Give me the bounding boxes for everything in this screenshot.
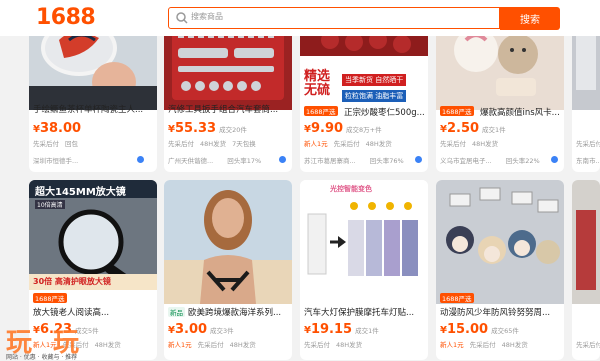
product-title: 手绘鳜鱼茶杯单杯陶瓷主人... — [33, 105, 144, 115]
image-headline: 光控智能变色 — [330, 185, 372, 193]
product-title: 汽修工具扳手组合汽车套筒... — [168, 105, 279, 115]
new-badge: 新品 — [168, 307, 185, 317]
product-image[interactable]: 超大145MM放大镜 10倍高清 30倍 高清护眼放大镜 — [29, 180, 157, 290]
product-price: ¥38.00 — [33, 121, 82, 136]
top-bar: 1688 搜索商品 搜索 — [0, 0, 600, 36]
product-title: 新品 欧美跨境爆款海洋系列... — [168, 307, 282, 318]
product-grid: 手绘鳜鱼茶杯单杯陶瓷主人... ¥38.00 先采后付 回包 深圳市恒德手... … — [0, 0, 600, 360]
yanxuan-badge: 1688严选 — [440, 106, 474, 116]
product-tags: 先采后付 48H发货 — [440, 140, 499, 148]
product-title: 放大镜老人阅读高... — [33, 308, 110, 318]
chat-icon[interactable] — [137, 156, 144, 163]
chat-icon[interactable] — [415, 156, 422, 163]
search-placeholder: 搜索商品 — [191, 12, 223, 21]
product-image[interactable] — [164, 180, 292, 304]
store-name[interactable]: 义乌市宜居电子... 回头率22% — [440, 155, 540, 165]
chat-icon[interactable] — [551, 156, 558, 163]
product-title: 汽车大灯保护膜摩托车灯贴... — [304, 308, 415, 318]
chat-icon[interactable] — [279, 156, 286, 163]
product-card[interactable]: 光控智能变色 汽车大灯保护膜摩托车灯贴... ¥19.15 成交1件 先采后付 48… — [300, 180, 428, 360]
product-price: ¥15.00 成交65件 — [440, 322, 519, 337]
image-footer: 30倍 高清护眼放大镜 — [33, 277, 111, 286]
product-card[interactable]: 新品 欧美跨境爆款海洋系列... ¥3.00 成交3件 新人1元 先采后付 48H发货 — [164, 180, 292, 360]
product-image[interactable] — [436, 180, 564, 304]
site-logo[interactable]: 1688 — [36, 5, 96, 30]
yanxuan-badge: 1688严选 — [33, 293, 67, 303]
search-button[interactable]: 搜索 — [500, 7, 560, 30]
product-tags: 先采后付 48H发货 7天包换 — [168, 140, 256, 148]
product-price: ¥55.33 成交20件 — [168, 121, 247, 136]
product-title: 动漫防风少年防风铃努努周... — [440, 308, 551, 318]
image-headline: 超大145MM放大镜 — [35, 187, 126, 198]
store-name[interactable]: 广州天供谐德... 回头率17% — [168, 155, 261, 165]
product-price: ¥9.90 成交8万+件 — [304, 121, 382, 136]
product-tags: 先采后付 — [576, 140, 600, 148]
store-name[interactable]: 深圳市恒德手... — [33, 155, 78, 165]
product-image[interactable]: 光控智能变色 — [300, 180, 428, 304]
yanxuan-badge: 1688严选 — [304, 106, 338, 116]
product-tags: 新人1元 先采后付 48H发货 — [440, 341, 528, 349]
product-tags: 新人1元 先采后付 48H发货 — [304, 140, 392, 148]
product-tags: 先采后付 回包 — [33, 140, 78, 148]
product-card[interactable]: 1688严选 动漫防风少年防风铃努努周... ¥15.00 成交65件 新人1元先… — [436, 180, 564, 360]
product-price: ¥19.15 成交1件 — [304, 322, 379, 337]
product-card-partial[interactable]: 先采后付 — [572, 180, 600, 360]
product-tags: 先采后付 — [576, 341, 600, 349]
store-name[interactable]: 苏江市葛居寨商... 回头率76% — [304, 155, 404, 165]
yanxuan-badge: 1688严选 — [440, 293, 474, 303]
image-subtag: 10倍高清 — [35, 200, 65, 209]
image-banner: 精选 无硫 — [304, 69, 331, 98]
search-input[interactable]: 搜索商品 — [168, 7, 500, 29]
store-name[interactable]: 东南市... — [576, 155, 600, 165]
product-price: ¥2.50 成交1件 — [440, 121, 506, 136]
product-tags: 新人1元 先采后付 48H发货 — [168, 341, 256, 349]
image-tag: 粒粒饱满 油脂丰富 — [342, 90, 407, 102]
product-price: ¥3.00 成交3件 — [168, 322, 234, 337]
search-icon — [176, 12, 188, 24]
product-tags: 先采后付 48H发货 — [304, 341, 363, 349]
image-tag: 当季新货 自然晒干 — [342, 74, 407, 86]
product-image[interactable] — [572, 180, 600, 304]
